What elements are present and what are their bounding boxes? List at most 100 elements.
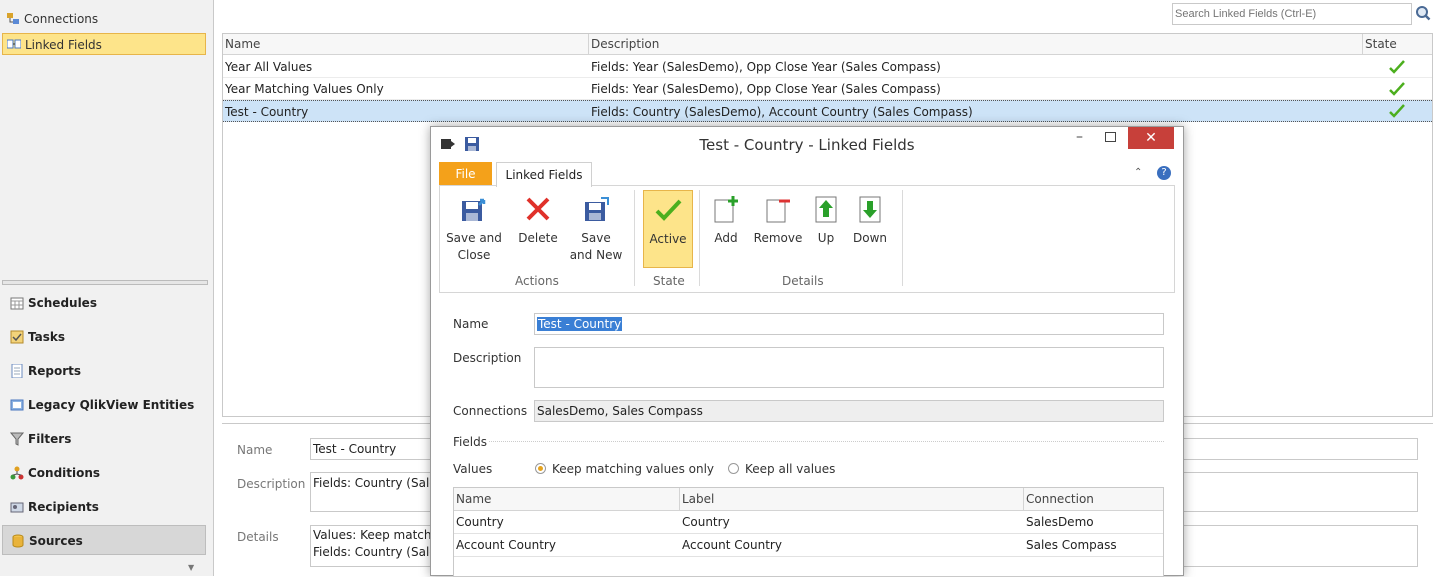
down-button[interactable]: Down <box>848 194 892 247</box>
tree-label: Linked Fields <box>25 38 102 52</box>
remove-button[interactable]: Remove <box>750 194 806 247</box>
section-divider <box>489 441 1164 442</box>
linked-fields-icon <box>7 39 21 49</box>
search-icon[interactable] <box>1414 4 1432 24</box>
table-row-selected[interactable]: Test - Country Fields: Country (SalesDem… <box>223 100 1432 122</box>
row-name: Year All Values <box>225 60 313 74</box>
maximize-button[interactable] <box>1105 132 1116 142</box>
nav-label: Tasks <box>28 330 66 344</box>
sources-icon <box>12 534 24 548</box>
tasks-icon <box>10 330 24 344</box>
radio-keep-all[interactable]: Keep all values <box>728 462 835 476</box>
cell-label: Country <box>682 515 730 529</box>
detail-description-label: Description <box>237 477 306 491</box>
active-toggle-button[interactable]: Active <box>643 190 693 268</box>
nav-reports[interactable]: Reports <box>2 356 206 386</box>
column-header-state[interactable]: State <box>1363 34 1432 55</box>
column-header-name[interactable]: Name <box>454 488 680 511</box>
button-label: Remove <box>753 231 803 245</box>
nav-label: Filters <box>28 432 72 446</box>
add-icon <box>714 196 738 223</box>
conditions-icon <box>10 466 24 480</box>
button-label: Save and <box>446 231 502 245</box>
column-header-connection[interactable]: Connection <box>1024 488 1163 511</box>
button-label: Add <box>714 231 738 245</box>
dialog-title: Test - Country - Linked Fields <box>699 136 915 154</box>
linked-fields-dialog: Test - Country - Linked Fields – ✕ File … <box>430 126 1184 577</box>
nav-tasks[interactable]: Tasks <box>2 322 206 352</box>
sidebar: Connections Linked Fields Schedules Task… <box>0 0 214 576</box>
connections-label: Connections <box>453 404 528 418</box>
radio-selected-icon <box>535 463 546 474</box>
fields-table: Name Label Connection Country Country Sa… <box>453 487 1164 577</box>
group-label-state: State <box>653 274 685 288</box>
nav-conditions[interactable]: Conditions <box>2 458 206 488</box>
check-icon <box>1389 60 1405 74</box>
chevron-down-icon[interactable]: ▼ <box>188 563 194 572</box>
tree-label: Connections <box>24 12 99 26</box>
tree-item-linked-fields[interactable]: Linked Fields <box>2 33 206 55</box>
nav-label: Sources <box>29 534 83 548</box>
nav-label: Recipients <box>28 500 99 514</box>
nav-recipients[interactable]: Recipients <box>2 492 206 522</box>
check-icon <box>1389 104 1405 118</box>
add-button[interactable]: Add <box>706 194 746 247</box>
schedules-icon <box>10 297 24 310</box>
ribbon-separator <box>699 190 700 286</box>
recipients-icon <box>10 502 24 513</box>
row-description: Fields: Year (SalesDemo), Opp Close Year… <box>591 60 941 74</box>
save-and-new-button[interactable]: Save and New <box>568 194 624 264</box>
save-close-icon <box>462 198 486 221</box>
table-row[interactable]: Year Matching Values Only Fields: Year (… <box>223 78 1432 100</box>
collapse-ribbon-icon[interactable]: ⌃ <box>1134 167 1142 178</box>
button-label: Up <box>817 231 835 245</box>
column-header-description[interactable]: Description <box>589 34 1363 55</box>
remove-icon <box>766 199 790 223</box>
legacy-icon <box>10 399 24 411</box>
table-row[interactable]: Account Country Account Country Sales Co… <box>454 534 1163 557</box>
nav-label: Conditions <box>28 466 101 480</box>
group-label-details: Details <box>782 274 824 288</box>
cell-connection: SalesDemo <box>1026 515 1094 529</box>
tab-linked-fields[interactable]: Linked Fields <box>496 162 592 187</box>
connections-field: SalesDemo, Sales Compass <box>534 400 1164 422</box>
column-header-label[interactable]: Label <box>680 488 1024 511</box>
button-label: Active <box>649 232 687 246</box>
cell-name: Country <box>456 515 504 529</box>
nav-legacy[interactable]: Legacy QlikView Entities <box>2 390 206 420</box>
minimize-button[interactable]: – <box>1076 129 1083 145</box>
row-name: Year Matching Values Only <box>225 82 384 96</box>
nav-label: Reports <box>28 364 82 378</box>
fields-section-label: Fields <box>453 435 487 449</box>
nav-label: Legacy QlikView Entities <box>28 398 195 412</box>
radio-keep-matching[interactable]: Keep matching values only <box>535 462 714 476</box>
name-label: Name <box>453 317 489 331</box>
close-button[interactable]: ✕ <box>1128 127 1174 149</box>
save-and-close-button[interactable]: Save and Close <box>444 194 504 264</box>
tab-file[interactable]: File <box>439 162 492 187</box>
description-field[interactable] <box>534 347 1164 388</box>
name-field[interactable]: Test - Country <box>534 313 1164 335</box>
up-button[interactable]: Up <box>806 194 846 247</box>
column-header-name[interactable]: Name <box>223 34 589 55</box>
nav-schedules[interactable]: Schedules <box>2 288 206 318</box>
ribbon-separator <box>902 190 903 286</box>
nav-filters[interactable]: Filters <box>2 424 206 454</box>
tree-item-connections[interactable]: Connections <box>2 8 206 30</box>
cell-label: Account Country <box>682 538 782 552</box>
table-row[interactable]: Country Country SalesDemo <box>454 511 1163 534</box>
button-label: Close <box>457 248 491 262</box>
cell-connection: Sales Compass <box>1026 538 1117 552</box>
nav-sources[interactable]: Sources <box>2 525 206 555</box>
ribbon-separator <box>634 190 635 286</box>
delete-icon <box>526 197 550 221</box>
help-icon[interactable]: ? <box>1157 166 1171 180</box>
radio-label: Keep matching values only <box>552 462 715 476</box>
row-name: Test - Country <box>225 105 309 119</box>
table-row[interactable]: Year All Values Fields: Year (SalesDemo)… <box>223 56 1432 78</box>
cell-name: Account Country <box>456 538 556 552</box>
search-input[interactable] <box>1172 3 1412 25</box>
splitter[interactable] <box>2 280 208 285</box>
delete-button[interactable]: Delete <box>510 194 566 247</box>
connections-icon <box>7 13 19 24</box>
